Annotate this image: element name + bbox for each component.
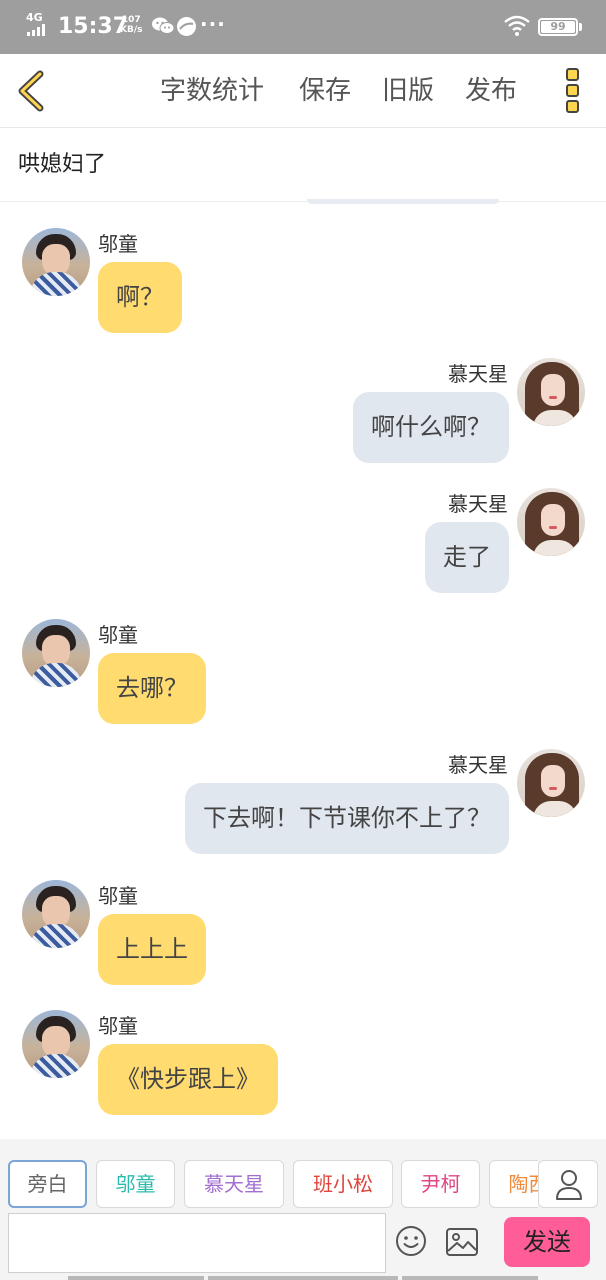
image-button[interactable]: [445, 1227, 479, 1257]
message-bubble[interactable]: 去哪？: [98, 653, 206, 724]
message-input[interactable]: [8, 1213, 386, 1273]
save-button[interactable]: 保存: [299, 74, 351, 108]
status-bar: 4G 15:37 107 KB/s ··· 99: [0, 0, 606, 54]
image-icon: [446, 1228, 478, 1256]
message-bubble[interactable]: 啊？: [98, 262, 182, 333]
old-version-button[interactable]: 旧版: [382, 74, 434, 108]
navigation-indicator: [68, 1276, 204, 1280]
battery-percent: 99: [550, 20, 566, 33]
navigation-indicator: [402, 1276, 538, 1280]
avatar[interactable]: [22, 228, 90, 296]
character-chip[interactable]: 邬童: [96, 1160, 175, 1208]
character-chip[interactable]: 尹柯: [401, 1160, 480, 1208]
wechat-icon: [152, 17, 174, 34]
manage-characters-button[interactable]: [538, 1160, 598, 1208]
smiley-icon: [396, 1226, 426, 1256]
character-selector[interactable]: 旁白 邬童 慕天星 班小松 尹柯 陶西: [8, 1160, 538, 1208]
chat-area[interactable]: 邬童 啊？ 慕天星 啊什么啊？ 慕天星 走了 邬童 去哪？ 慕天星 下去啊！下节…: [0, 203, 606, 1139]
avatar[interactable]: [22, 1010, 90, 1078]
message-bubble[interactable]: 下去啊！下节课你不上了？: [185, 783, 509, 854]
speaker-name: 慕天星: [448, 362, 508, 386]
speed-unit: KB/s: [120, 25, 143, 35]
emoji-button[interactable]: [395, 1225, 427, 1257]
person-icon: [556, 1170, 582, 1200]
network-type: 4G: [26, 11, 43, 24]
top-navigation-bar: 字数统计 保存 旧版 发布: [0, 54, 606, 128]
speaker-name: 慕天星: [448, 492, 508, 516]
message-bubble[interactable]: 《快步跟上》: [98, 1044, 278, 1115]
message-bubble[interactable]: 上上上: [98, 914, 206, 985]
chevron-left-icon: [18, 70, 44, 112]
more-notifications-icon: ···: [200, 12, 226, 36]
word-count-button[interactable]: 字数统计: [160, 74, 264, 108]
avatar[interactable]: [22, 880, 90, 948]
signal-icon: [27, 24, 49, 36]
avatar[interactable]: [517, 749, 585, 817]
battery-cap: [579, 23, 582, 31]
network-speed: 107 KB/s: [120, 15, 142, 35]
story-title-bar[interactable]: 哄媳妇了: [0, 128, 606, 202]
message-bubble[interactable]: 啊什么啊？: [353, 392, 509, 463]
back-button[interactable]: [10, 64, 58, 118]
speaker-name: 邬童: [98, 884, 138, 908]
speaker-name: 邬童: [98, 232, 138, 256]
status-time: 15:37: [58, 14, 129, 39]
message-bubble[interactable]: 走了: [425, 522, 509, 593]
speed-value: 107: [121, 15, 141, 25]
publish-button[interactable]: 发布: [465, 74, 517, 108]
speaker-name: 邬童: [98, 1014, 138, 1038]
navigation-indicator: [208, 1276, 398, 1280]
composer-panel: 旁白 邬童 慕天星 班小松 尹柯 陶西 发送: [0, 1139, 606, 1280]
character-chip[interactable]: 慕天星: [184, 1160, 284, 1208]
speaker-name: 慕天星: [448, 753, 508, 777]
browser-icon: [177, 17, 196, 36]
avatar[interactable]: [22, 619, 90, 687]
story-title: 哄媳妇了: [18, 152, 107, 177]
avatar[interactable]: [517, 488, 585, 556]
avatar[interactable]: [517, 358, 585, 426]
battery-icon: 99: [538, 18, 578, 36]
wifi-icon: [504, 15, 530, 36]
send-button[interactable]: 发送: [504, 1217, 590, 1267]
speaker-name: 邬童: [98, 623, 138, 647]
character-chip[interactable]: 旁白: [8, 1160, 87, 1208]
more-menu-button[interactable]: [560, 66, 586, 116]
character-chip[interactable]: 陶西: [489, 1160, 538, 1208]
character-chip[interactable]: 班小松: [293, 1160, 393, 1208]
